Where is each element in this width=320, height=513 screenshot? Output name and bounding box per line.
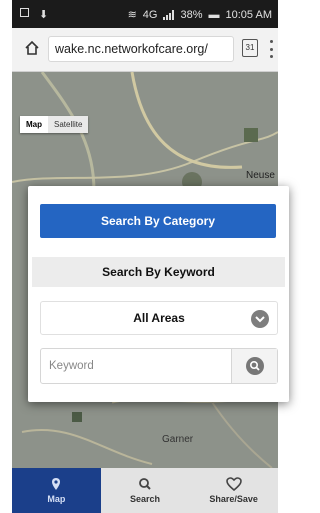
- battery-icon: ▬: [208, 8, 220, 21]
- keyword-search-button[interactable]: [231, 349, 277, 383]
- home-icon[interactable]: [24, 40, 40, 56]
- map-label-garner: Garner: [162, 434, 194, 445]
- nav-map[interactable]: Map: [12, 468, 101, 513]
- search-panel: Search By Category Search By Keyword All…: [28, 186, 289, 402]
- nav-map-label: Map: [47, 494, 66, 504]
- overflow-menu-icon[interactable]: [268, 40, 274, 58]
- wifi-icon: ≋: [127, 9, 137, 21]
- keyword-search-group: [40, 348, 278, 384]
- nav-search-label: Search: [129, 494, 161, 504]
- download-icon: ⬇: [39, 9, 49, 21]
- search-by-category-button[interactable]: Search By Category: [40, 204, 276, 238]
- browser-toolbar: wake.nc.networkofcare.org/ 31: [12, 28, 278, 72]
- search-icon: [139, 478, 151, 490]
- nav-search[interactable]: Search: [100, 468, 190, 513]
- status-bar: ⬇ ≋ 4G 38% ▬ 10:05 AM: [12, 0, 278, 28]
- clock: 10:05 AM: [225, 8, 272, 21]
- notification-icon: [20, 8, 29, 17]
- area-select[interactable]: All Areas: [40, 301, 278, 335]
- battery-percent: 38%: [180, 8, 203, 21]
- map-label-neuse: Neuse: [246, 170, 275, 181]
- map-pin-icon: [52, 478, 61, 490]
- signal-icon: [163, 9, 175, 20]
- keyword-input[interactable]: [41, 349, 231, 383]
- map-type-satellite[interactable]: Satellite: [48, 116, 88, 133]
- map-type-map[interactable]: Map: [20, 116, 48, 133]
- map-type-control: Map Satellite: [20, 116, 89, 133]
- chevron-down-icon: [251, 310, 269, 328]
- heart-icon: [225, 477, 242, 491]
- tabs-count-button[interactable]: 31: [242, 39, 258, 57]
- search-icon: [246, 357, 264, 375]
- bottom-nav: Map Search Share/Save: [12, 468, 279, 513]
- nav-share-save-label: Share/Save: [209, 494, 258, 504]
- search-by-keyword-header[interactable]: Search By Keyword: [32, 257, 285, 287]
- area-select-value: All Areas: [133, 311, 185, 325]
- network-type: 4G: [142, 8, 158, 21]
- nav-share-save[interactable]: Share/Save: [189, 468, 279, 513]
- url-bar[interactable]: wake.nc.networkofcare.org/: [48, 36, 234, 62]
